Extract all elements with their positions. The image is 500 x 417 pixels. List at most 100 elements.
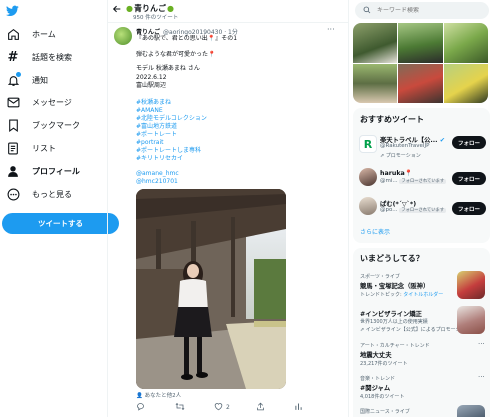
follow-button[interactable]: フォロー <box>452 172 486 185</box>
trend-title: 地震大丈夫 <box>360 352 392 359</box>
hashtag-link[interactable]: #キリトリセカイ <box>136 155 183 163</box>
promoted-icon: ⇗ <box>380 153 385 159</box>
tweet-line-2: 弾むような君が可愛かった📍 <box>136 51 216 59</box>
nav-label: リスト <box>32 143 56 153</box>
tagged-users[interactable]: 👤 あなたと他2人 <box>136 391 181 399</box>
nav-bookmarks[interactable]: ブックマーク <box>6 115 80 135</box>
heart-icon <box>214 402 223 413</box>
trend-title: 競馬・宝塚記念（阪神） <box>360 283 430 290</box>
trend-thumbnail[interactable] <box>457 271 485 299</box>
tweet-count: 950 件のツイート <box>133 15 179 21</box>
list-icon <box>6 141 20 155</box>
home-icon <box>6 27 20 41</box>
envelope-icon <box>6 95 20 109</box>
trend-sub: 4,018件のツイート <box>360 394 405 400</box>
nav-more[interactable]: もっと見る <box>6 184 72 204</box>
nav-label: 話題を検索 <box>32 52 72 62</box>
search-input[interactable] <box>377 7 477 14</box>
follows-you-badge: フォローされています <box>399 179 447 184</box>
trend-promotion: ⇗ インビザライン【公式】によるプロモーション <box>360 326 471 333</box>
back-arrow-icon[interactable] <box>112 4 122 16</box>
media-thumbnail[interactable] <box>353 23 398 63</box>
user-handle[interactable]: @po... <box>380 207 398 213</box>
trend-topic-link[interactable]: タイトルホルダー <box>403 292 443 298</box>
media-thumbnail[interactable] <box>443 23 488 63</box>
media-thumbnail[interactable] <box>353 63 398 103</box>
trend-sub: 23,217件のツイート <box>360 361 408 367</box>
nav-label: メッセージ <box>32 97 72 107</box>
nav-home[interactable]: ホーム <box>6 24 56 44</box>
follow-button[interactable]: フォロー <box>452 202 486 215</box>
nav-messages[interactable]: メッセージ <box>6 92 72 112</box>
person-icon <box>6 164 20 178</box>
retweet-icon <box>175 402 185 413</box>
nav-profile[interactable]: プロフィール <box>6 161 80 181</box>
user-name-text: haruka <box>380 170 405 177</box>
tweet-author-avatar[interactable] <box>114 27 132 45</box>
share-button[interactable] <box>256 402 265 413</box>
trend-sub: 世界1300万人以上の使用実績 <box>360 319 428 325</box>
more-options-icon[interactable]: ··· <box>478 373 485 381</box>
header-divider <box>108 22 348 23</box>
media-thumbnail[interactable] <box>398 23 443 63</box>
user-handle[interactable]: @mi... <box>380 178 398 184</box>
nav-label: プロフィール <box>32 166 80 176</box>
follow-button[interactable]: フォロー <box>452 136 486 149</box>
reply-button[interactable] <box>136 402 145 413</box>
reply-icon <box>136 402 145 413</box>
bookmark-icon <box>6 118 20 132</box>
user-avatar[interactable] <box>359 168 377 186</box>
tweet-photo[interactable] <box>136 189 286 389</box>
more-circle-icon <box>6 187 20 201</box>
more-options-icon[interactable]: ··· <box>478 340 485 348</box>
trend-thumbnail[interactable] <box>457 306 485 334</box>
nav-lists[interactable]: リスト <box>6 138 56 158</box>
user-avatar[interactable]: R <box>359 135 377 153</box>
verified-badge-icon: ✔ <box>439 137 446 144</box>
trend-meta: スポーツ・ライブ <box>360 274 400 280</box>
mention-link[interactable]: @hmc210701 <box>136 178 178 186</box>
media-grid <box>353 23 488 103</box>
nav-label: もっと見る <box>32 189 72 199</box>
show-more-link[interactable]: さらに表示 <box>360 227 390 236</box>
bell-icon <box>6 72 21 87</box>
search-icon <box>363 6 371 16</box>
trend-promotion-text: インビザライン【公式】によるプロモーション <box>365 327 471 333</box>
search-box[interactable] <box>355 2 489 19</box>
promoted-icon: ⇗ <box>360 327 365 333</box>
tweet-text: モデル 秋瀬あまね さん <box>136 65 200 72</box>
nav-notifications[interactable]: 通知 <box>6 70 48 90</box>
user-handle[interactable]: @RakutenTravelJP <box>380 143 429 149</box>
more-options-icon[interactable]: ··· <box>327 25 335 34</box>
analytics-button[interactable] <box>294 402 303 413</box>
trends-title: いまどうしてる？ <box>360 254 424 263</box>
user-name[interactable]: haruka📍 <box>380 169 413 177</box>
user-avatar[interactable] <box>359 197 377 215</box>
twitter-logo-icon[interactable] <box>6 5 19 19</box>
promotion-label: ⇗ プロモーション <box>380 152 421 159</box>
tweet-button[interactable]: ツイートする <box>2 213 119 234</box>
media-thumbnail[interactable] <box>443 63 488 103</box>
pin-icon: 📍 <box>404 170 413 177</box>
nav-label: ホーム <box>32 29 56 39</box>
nav-label: ブックマーク <box>32 120 80 130</box>
tagged-users-text: あなたと他2人 <box>144 393 182 399</box>
like-button[interactable]: 2 <box>214 402 230 413</box>
recommend-title: おすすめツイート <box>360 115 424 124</box>
trend-title: #インビザライン矯正 <box>360 311 422 318</box>
trend-thumbnail[interactable] <box>457 405 485 417</box>
tweet-line-1: 『あの駅で、君との思い出📍』その1 <box>136 35 237 43</box>
retweet-button[interactable] <box>175 402 185 413</box>
trend-sub: トレンドトピック: タイトルホルダー <box>360 291 443 298</box>
tweet-text: 』その1 <box>215 35 238 42</box>
media-thumbnail[interactable] <box>398 63 443 103</box>
user-handle-row: @mi... フォローされています <box>380 178 447 184</box>
trend-meta: 音楽・トレンド <box>360 376 396 382</box>
person-tag-icon: 👤 <box>136 393 143 399</box>
user-handle-row: @po... フォローされています <box>380 207 447 213</box>
nav-label: 通知 <box>32 75 48 85</box>
follows-you-badge: フォローされています <box>399 208 447 213</box>
notification-dot <box>16 72 21 77</box>
tweet-text: 『あの駅で、君との思い出 <box>136 35 208 42</box>
nav-explore[interactable]: # 話題を検索 <box>6 47 72 67</box>
